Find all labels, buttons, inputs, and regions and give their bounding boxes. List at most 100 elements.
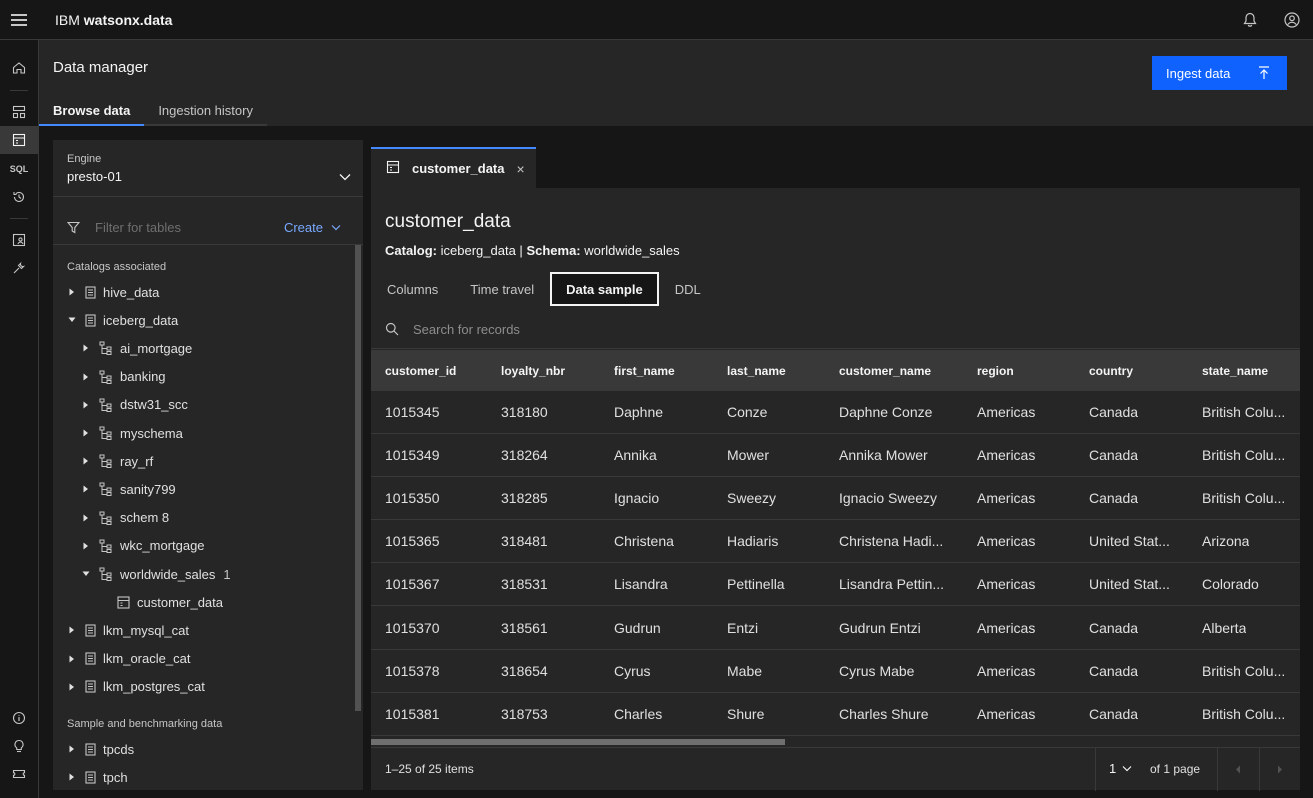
caret-right-icon[interactable] <box>81 514 91 522</box>
column-header-country[interactable]: country <box>1089 364 1133 378</box>
table-cell-region: Americas <box>977 576 1036 593</box>
table-row[interactable]: 1015378 318654 Cyrus Mabe Cyrus Mabe Americas… <box>371 649 1300 693</box>
tab-data-sample[interactable]: Data sample <box>550 272 659 306</box>
query-history-icon[interactable] <box>0 183 38 211</box>
catalog-icon <box>85 742 96 756</box>
data-explorer-panel: Engine presto-01 Filter for tables Creat… <box>53 140 363 790</box>
caret-right-icon[interactable] <box>67 655 77 663</box>
column-header-state-name[interactable]: state_name <box>1202 364 1268 378</box>
sql-icon[interactable]: SQL <box>0 155 38 183</box>
column-header-customer-name[interactable]: customer_name <box>839 364 931 378</box>
close-icon[interactable]: × <box>516 161 524 177</box>
table-cell-customer-name: Daphne Conze <box>839 404 933 420</box>
column-header-customer-id[interactable]: customer_id <box>385 364 456 378</box>
table-cell-state-name: British Colu... <box>1202 447 1286 464</box>
user-avatar-icon[interactable] <box>1271 0 1313 40</box>
table-cell-customer-name: Annika Mower <box>839 447 928 464</box>
tree-schema-wkc-mortgage[interactable]: wkc_mortgage <box>81 535 205 557</box>
tree-catalog-lkm-oracle-cat[interactable]: lkm_oracle_cat <box>67 648 190 670</box>
tree-schema-schem-8[interactable]: schem 8 <box>81 507 169 529</box>
access-control-icon[interactable] <box>0 226 38 254</box>
info-icon[interactable] <box>0 704 38 732</box>
tree-catalog-lkm-postgres-cat[interactable]: lkm_postgres_cat <box>67 676 205 698</box>
tree-schema-worldwide-sales[interactable]: worldwide_sales 1 <box>81 563 231 585</box>
column-header-first-name[interactable]: first_name <box>614 364 675 378</box>
caret-right-icon[interactable] <box>81 457 91 465</box>
data-manager-icon[interactable] <box>0 126 38 154</box>
tree-catalog-tpch[interactable]: tpch <box>67 766 128 788</box>
tree-table-customer-data[interactable]: customer_data <box>109 591 223 613</box>
caret-right-icon[interactable] <box>81 401 91 409</box>
vertical-scrollbar[interactable] <box>355 245 361 711</box>
table-row[interactable]: 1015367 318531 Lisandra Pettinella Lisandra … <box>371 563 1300 607</box>
schema-icon <box>99 370 113 384</box>
caret-right-icon[interactable] <box>81 485 91 493</box>
tree-catalog-lkm-mysql-cat[interactable]: lkm_mysql_cat <box>67 619 189 641</box>
tab-browse-data[interactable]: Browse data <box>39 96 145 126</box>
caret-right-icon[interactable] <box>67 745 77 753</box>
tab-ddl[interactable]: DDL <box>659 272 717 306</box>
caret-right-icon[interactable] <box>67 288 77 296</box>
tree-item-label: ai_mortgage <box>120 340 193 356</box>
tab-columns[interactable]: Columns <box>371 272 454 306</box>
ingest-data-button[interactable]: Ingest data <box>1152 56 1287 90</box>
table-title: customer_data <box>385 211 511 232</box>
caret-right-icon[interactable] <box>81 542 91 550</box>
tree-schema-ray-rf[interactable]: ray_rf <box>81 450 153 472</box>
tree-catalog-hive-data[interactable]: hive_data <box>67 281 159 303</box>
tree-catalog-tpcds[interactable]: tpcds <box>67 738 134 760</box>
column-header-region[interactable]: region <box>977 364 1014 378</box>
tab-time-travel[interactable]: Time travel <box>454 272 550 306</box>
tree-item-label: sanity799 <box>120 481 176 497</box>
table-row[interactable]: 1015349 318264 Annika Mower Annika Mower Amer… <box>371 434 1300 478</box>
column-header-loyalty-nbr[interactable]: loyalty_nbr <box>501 364 565 378</box>
page-tabs: Browse data Ingestion history <box>39 96 267 126</box>
caret-right-icon[interactable] <box>81 429 91 437</box>
home-icon[interactable] <box>0 54 38 82</box>
table-row[interactable]: 1015365 318481 Christena Hadiaris Christena … <box>371 520 1300 564</box>
tree-schema-banking[interactable]: banking <box>81 366 166 388</box>
caret-right-icon[interactable] <box>67 773 77 781</box>
caret-down-icon[interactable] <box>67 317 77 323</box>
page-select[interactable]: 1 <box>1109 761 1132 776</box>
caret-down-icon[interactable] <box>81 571 91 577</box>
table-cell-customer-id: 1015381 <box>385 705 440 722</box>
page-count-text: of 1 page <box>1150 762 1201 776</box>
caret-right-icon[interactable] <box>81 373 91 381</box>
tree-schema-sanity799[interactable]: sanity799 <box>81 478 176 500</box>
filter-input[interactable]: Filter for tables <box>95 220 181 235</box>
table-cell-country: Canada <box>1089 447 1139 464</box>
open-tab-customer-data[interactable]: customer_data × <box>371 147 536 188</box>
table-header: customer_id loyalty_nbr first_name last_nam… <box>371 350 1300 391</box>
previous-page-button[interactable] <box>1217 748 1259 791</box>
column-header-last-name[interactable]: last_name <box>727 364 786 378</box>
notification-icon[interactable] <box>1229 0 1271 40</box>
tree-schema-dstw31-scc[interactable]: dstw31_scc <box>81 394 188 416</box>
tree-schema-ai-mortgage[interactable]: ai_mortgage <box>81 337 192 359</box>
table-row[interactable]: 1015350 318285 Ignacio Sweezy Ignacio Sweezy… <box>371 477 1300 521</box>
horizontal-scrollbar[interactable] <box>371 739 785 745</box>
engine-dropdown[interactable]: Engine presto-01 <box>53 140 363 197</box>
configurations-icon[interactable] <box>0 254 38 282</box>
table-row[interactable]: 1015345 318180 Daphne Conze Daphne Conze Amer… <box>371 391 1300 434</box>
ticket-icon[interactable] <box>0 760 38 788</box>
next-page-button[interactable] <box>1259 748 1301 791</box>
menu-icon[interactable] <box>0 0 38 40</box>
tab-ingestion-history[interactable]: Ingestion history <box>144 96 267 126</box>
table-cell-country: Canada <box>1089 404 1139 420</box>
lightbulb-icon[interactable] <box>0 732 38 760</box>
search-input[interactable]: Search for records <box>413 322 520 337</box>
catalog-icon <box>85 652 96 665</box>
caret-right-icon[interactable] <box>67 626 77 634</box>
table-cell-customer-name: Christena Hadi... <box>839 533 944 550</box>
product-name[interactable]: IBM watsonx.data <box>55 12 172 28</box>
caret-right-icon[interactable] <box>81 344 91 352</box>
tree-catalog-iceberg-data[interactable]: iceberg_data <box>67 309 178 331</box>
create-dropdown[interactable]: Create <box>284 220 341 235</box>
caret-right-icon[interactable] <box>67 683 77 691</box>
infrastructure-icon[interactable] <box>0 98 38 126</box>
table-row[interactable]: 1015381 318753 Charles Shure Charles Shure Am… <box>371 692 1300 736</box>
table-icon <box>117 596 130 609</box>
table-row[interactable]: 1015370 318561 Gudrun Entzi Gudrun Entzi Amer… <box>371 606 1300 650</box>
tree-schema-myschema[interactable]: myschema <box>81 422 183 444</box>
